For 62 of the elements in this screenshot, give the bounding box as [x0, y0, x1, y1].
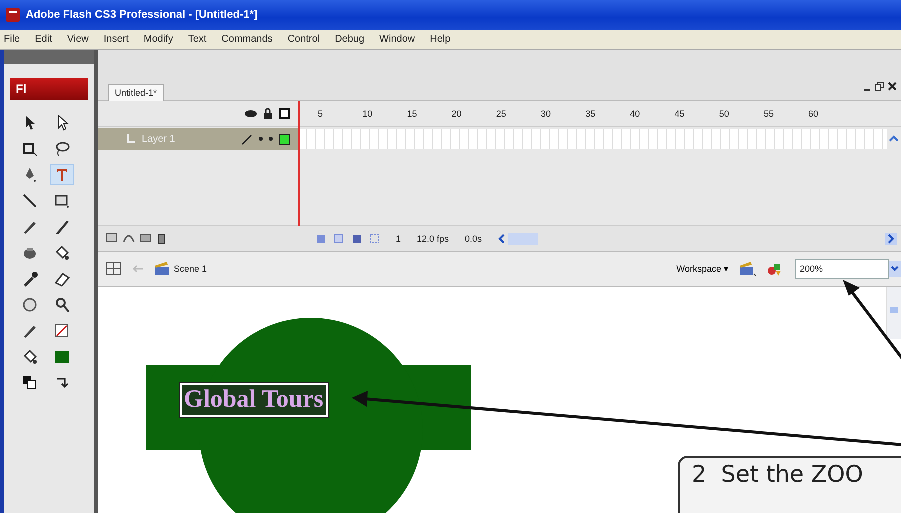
scroll-left-icon[interactable] — [498, 234, 506, 244]
layer-name: Layer 1 — [142, 134, 176, 144]
text-icon[interactable] — [50, 164, 74, 185]
menu-item[interactable]: Insert — [104, 34, 129, 45]
app-logo: Fl — [10, 78, 88, 100]
scroll-right-icon[interactable] — [885, 232, 897, 244]
current-frame: 1 — [396, 234, 402, 244]
text-box[interactable]: Global Tours — [180, 383, 328, 417]
callout-text: 2 Set the ZOO — [692, 462, 864, 488]
menu-item[interactable]: Edit — [35, 34, 52, 45]
menu-item[interactable]: File — [4, 34, 20, 45]
zoom-value: 200% — [800, 264, 824, 274]
outline-color-icon — [279, 134, 290, 144]
frame-number: 10 — [362, 108, 374, 118]
menu-item[interactable]: Commands — [222, 34, 273, 45]
frame-number: 60 — [808, 108, 820, 118]
pencil-icon — [241, 133, 253, 145]
frame-rate: 12.0 fps — [417, 234, 450, 244]
menu-item[interactable]: Window — [380, 34, 416, 45]
frame-number: 50 — [719, 108, 730, 118]
dot-icon — [269, 137, 273, 141]
clapperboard-icon — [154, 262, 170, 276]
eye-icon[interactable] — [245, 108, 257, 118]
menu-item[interactable]: Text — [188, 34, 207, 45]
app-icon — [6, 8, 20, 22]
frame-number: 25 — [496, 108, 508, 118]
elapsed-time: 0.0s — [465, 234, 482, 244]
workspace-menu[interactable]: Workspace ▾ — [676, 264, 729, 274]
close-icon[interactable] — [888, 82, 897, 91]
dropdown-icon[interactable] — [889, 261, 901, 277]
horizontal-scrollbar[interactable] — [498, 232, 538, 244]
menu-item[interactable]: Modify — [144, 34, 174, 45]
guide-layer-icon[interactable] — [123, 233, 135, 243]
trash-icon[interactable] — [157, 233, 167, 244]
zoom-field[interactable]: 200% — [795, 259, 889, 279]
menu-item[interactable]: Help — [430, 34, 451, 45]
frame-number: 35 — [586, 108, 597, 118]
outline-icon[interactable] — [279, 108, 290, 119]
menu-item[interactable]: Debug — [335, 34, 365, 45]
restore-icon[interactable] — [875, 82, 884, 91]
frame-number: 15 — [407, 108, 418, 118]
scene-label[interactable]: Scene 1 — [174, 264, 208, 274]
window-title: Adobe Flash CS3 Professional - [Untitled-1*] — [26, 9, 258, 21]
frame-number: 40 — [630, 108, 642, 118]
dot-icon — [259, 137, 263, 141]
lock-icon[interactable] — [263, 108, 273, 119]
vertical-scrollbar[interactable] — [886, 287, 901, 339]
frame-number: 20 — [452, 108, 463, 118]
timeline-toggle-icon[interactable] — [106, 262, 122, 276]
document-tab[interactable]: Untitled-1* — [108, 84, 164, 101]
frame-number: 30 — [540, 108, 552, 118]
layer-icon — [126, 134, 136, 144]
frame-number: 5 — [318, 108, 324, 118]
frame-number: 55 — [764, 108, 775, 118]
edit-scene-icon[interactable] — [739, 261, 757, 277]
menu-item[interactable]: Control — [288, 34, 320, 45]
folder-icon[interactable] — [140, 233, 152, 243]
menu-item[interactable]: View — [67, 34, 89, 45]
onion-outline-icon[interactable] — [352, 234, 362, 244]
add-layer-icon[interactable] — [106, 233, 118, 243]
frame-number: 45 — [674, 108, 686, 118]
scroll-up-icon[interactable] — [889, 134, 899, 144]
